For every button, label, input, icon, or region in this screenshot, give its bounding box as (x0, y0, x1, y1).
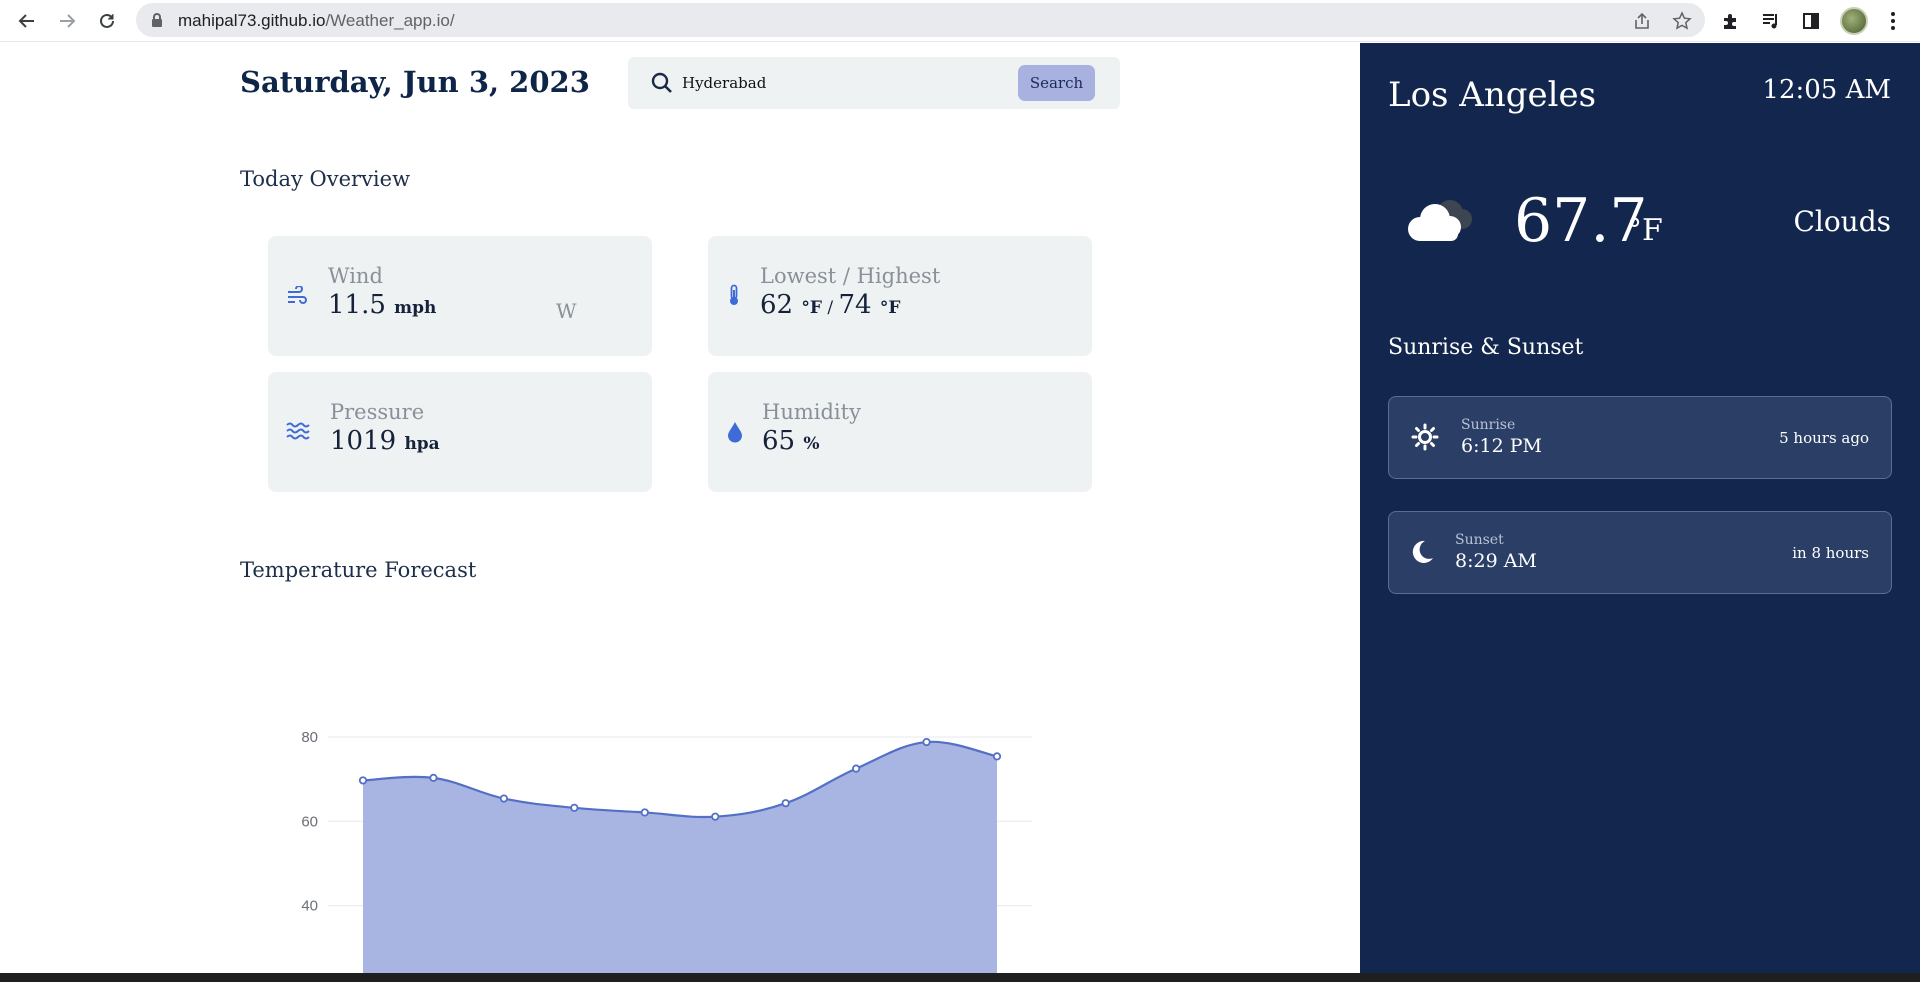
humidity-number: 65 (762, 426, 796, 456)
menu-button[interactable] (1880, 8, 1906, 34)
side-panel-button[interactable] (1798, 8, 1824, 34)
url-text: mahipal73.github.io/Weather_app.io/ (178, 11, 455, 31)
search-icon (651, 72, 672, 93)
search-button[interactable]: Search (1018, 65, 1095, 101)
reload-button[interactable] (92, 6, 122, 36)
sunset-label: Sunset (1455, 532, 1504, 548)
kebab-menu-icon (1891, 12, 1895, 30)
search-input[interactable] (682, 65, 982, 101)
chart-point (781, 799, 790, 808)
pressure-value: 1019 hpa (330, 426, 440, 456)
cloud-icon (1408, 200, 1472, 241)
address-bar[interactable]: mahipal73.github.io/Weather_app.io/ (136, 3, 1705, 37)
sun-section-title: Sunrise & Sunset (1388, 335, 1584, 360)
wind-card: Wind 11.5 mph W (268, 236, 652, 356)
y-tick-label: 40 (301, 898, 318, 915)
humidity-label: Humidity (762, 400, 861, 424)
chart-area-fill (363, 741, 997, 973)
temp-low: 62 (760, 290, 794, 320)
temp-range-value: 62 °F / 74 °F (760, 290, 900, 320)
wind-label: Wind (328, 264, 383, 288)
humidity-unit: % (803, 434, 820, 454)
chart-point (358, 776, 368, 785)
y-tick-label: 60 (301, 813, 318, 830)
wind-direction: W (556, 299, 577, 323)
sunset-card: Sunset 8:29 AM in 8 hours (1388, 511, 1892, 594)
lock-icon (152, 13, 162, 27)
url-host: mahipal73.github.io (178, 11, 326, 30)
sunrise-time: 6:12 PM (1461, 435, 1542, 457)
sunset-relative: in 8 hours (1792, 544, 1869, 562)
humidity-value: 65 % (762, 426, 820, 456)
temp-high-unit: °F (879, 298, 901, 318)
chart-point (922, 737, 931, 747)
temp-range-card: Lowest / Highest 62 °F / 74 °F (708, 236, 1092, 356)
media-icon (1763, 14, 1777, 29)
local-time: 12:05 AM (1762, 75, 1891, 105)
share-button[interactable] (1631, 10, 1653, 32)
pressure-unit: hpa (404, 434, 440, 454)
sun-icon (1411, 423, 1439, 451)
browser-toolbar: mahipal73.github.io/Weather_app.io/ (0, 0, 1920, 42)
profile-avatar[interactable] (1840, 7, 1868, 35)
page-date: Saturday, Jun 3, 2023 (240, 65, 590, 99)
waves-icon (286, 422, 310, 440)
chart-point (570, 803, 579, 812)
chart-point (992, 752, 1002, 761)
chart-point (499, 794, 508, 803)
reload-icon (100, 13, 114, 28)
pressure-number: 1019 (330, 426, 397, 456)
pressure-card: Pressure 1019 hpa (268, 372, 652, 492)
search-bar: Search (628, 57, 1120, 109)
current-weather-panel: Los Angeles 12:05 AM 67.7 °F Clouds Sunr… (1360, 43, 1920, 973)
temp-range-label: Lowest / Highest (760, 264, 941, 288)
thermometer-icon (730, 284, 738, 305)
puzzle-icon (1724, 14, 1736, 29)
main-content: Saturday, Jun 3, 2023 Search Today Overv… (0, 43, 1360, 973)
chart-point (711, 812, 720, 821)
forecast-title: Temperature Forecast (240, 558, 477, 582)
pressure-label: Pressure (330, 400, 425, 424)
wind-unit: mph (394, 298, 437, 318)
wind-value: 11.5 mph (328, 290, 436, 320)
back-button[interactable] (12, 6, 42, 36)
temp-separator: / (827, 298, 834, 318)
y-tick-label: 80 (301, 729, 318, 746)
humidity-card: Humidity 65 % (708, 372, 1092, 492)
sunrise-relative: 5 hours ago (1779, 429, 1869, 447)
chart-point (852, 764, 861, 773)
moon-icon (1412, 540, 1433, 563)
bookmark-button[interactable] (1671, 10, 1693, 32)
sunrise-card: Sunrise 6:12 PM 5 hours ago (1388, 396, 1892, 479)
arrow-right-icon (60, 14, 76, 28)
temp-high: 74 (838, 290, 872, 320)
forward-button[interactable] (52, 6, 82, 36)
temperature-chart: 20406080 (301, 729, 1032, 973)
share-icon (1635, 12, 1649, 29)
weather-condition: Clouds (1793, 205, 1891, 238)
overview-title: Today Overview (240, 167, 411, 191)
wind-speed: 11.5 (328, 290, 386, 320)
arrow-left-icon (18, 14, 34, 28)
wind-icon (288, 286, 307, 304)
extensions-button[interactable] (1718, 8, 1744, 34)
media-button[interactable] (1758, 8, 1784, 34)
chart-point (640, 808, 649, 817)
star-icon (1672, 11, 1692, 30)
droplet-icon (728, 422, 742, 443)
sunrise-label: Sunrise (1461, 417, 1516, 433)
city-name: Los Angeles (1388, 75, 1597, 115)
taskbar-strip (0, 973, 1920, 982)
side-panel-icon (1803, 13, 1819, 29)
chart-point (429, 773, 438, 782)
url-path: /Weather_app.io/ (325, 11, 455, 30)
current-temp-unit: °F (1627, 213, 1663, 248)
sunset-time: 8:29 AM (1455, 550, 1537, 572)
temp-low-unit: °F (801, 298, 822, 318)
